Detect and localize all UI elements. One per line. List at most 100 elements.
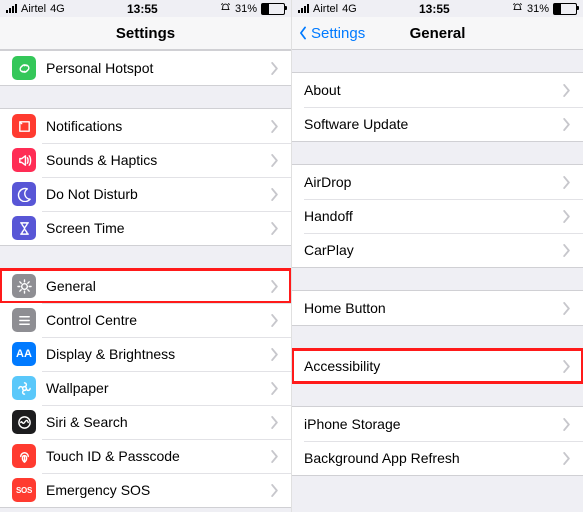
- chevron-right-icon: [270, 416, 279, 429]
- alarm-icon: [512, 2, 523, 16]
- gear-icon: [12, 274, 36, 298]
- row-about[interactable]: About: [292, 73, 583, 107]
- network-label: 4G: [342, 3, 357, 15]
- row-airdrop[interactable]: AirDrop: [292, 165, 583, 199]
- page-title: Settings: [116, 25, 175, 42]
- row-label: Wallpaper: [46, 380, 270, 396]
- row-control-centre[interactable]: Control Centre: [0, 303, 291, 337]
- siri-icon: [12, 410, 36, 434]
- chevron-right-icon: [270, 314, 279, 327]
- row-personal-hotspot[interactable]: Personal Hotspot: [0, 51, 291, 85]
- signal-icon: [6, 4, 17, 13]
- chevron-right-icon: [270, 450, 279, 463]
- chevron-left-icon: [296, 26, 310, 40]
- navbar: Settings: [0, 17, 291, 50]
- row-iphone-storage[interactable]: iPhone Storage: [292, 407, 583, 441]
- row-touch-id-passcode[interactable]: Touch ID & Passcode: [0, 439, 291, 473]
- status-bar: Airtel 4G 13:55 31%: [292, 0, 583, 17]
- chevron-right-icon: [562, 84, 571, 97]
- row-notifications[interactable]: Notifications: [0, 109, 291, 143]
- row-label: Screen Time: [46, 220, 270, 236]
- row-handoff[interactable]: Handoff: [292, 199, 583, 233]
- back-label: Settings: [311, 25, 365, 42]
- finger-icon: [12, 444, 36, 468]
- chevron-right-icon: [270, 154, 279, 167]
- back-button[interactable]: Settings: [296, 25, 365, 42]
- chevron-right-icon: [270, 348, 279, 361]
- chevron-right-icon: [270, 188, 279, 201]
- battery-icon: [553, 3, 577, 15]
- aa-icon: AA: [12, 342, 36, 366]
- row-label: Sounds & Haptics: [46, 152, 270, 168]
- battery-icon: [261, 3, 285, 15]
- row-carplay[interactable]: CarPlay: [292, 233, 583, 267]
- row-software-update[interactable]: Software Update: [292, 107, 583, 141]
- row-label: Display & Brightness: [46, 346, 270, 362]
- row-sounds-haptics[interactable]: Sounds & Haptics: [0, 143, 291, 177]
- row-emergency-sos[interactable]: SOS Emergency SOS: [0, 473, 291, 507]
- row-label: Control Centre: [46, 312, 270, 328]
- row-label: Do Not Disturb: [46, 186, 270, 202]
- general-list[interactable]: About Software Update AirDrop Handoff CarPla…: [292, 50, 583, 512]
- page-title: General: [410, 25, 466, 42]
- settings-screen: Airtel 4G 13:55 31% Settings Personal Ho…: [0, 0, 292, 512]
- network-label: 4G: [50, 3, 65, 15]
- chevron-right-icon: [270, 222, 279, 235]
- moon-icon: [12, 182, 36, 206]
- chevron-right-icon: [562, 302, 571, 315]
- row-background-app-refresh[interactable]: Background App Refresh: [292, 441, 583, 475]
- row-siri-search[interactable]: Siri & Search: [0, 405, 291, 439]
- chevron-right-icon: [270, 484, 279, 497]
- row-label: General: [46, 278, 270, 294]
- hourglass-icon: [12, 216, 36, 240]
- carrier-label: Airtel: [21, 3, 46, 15]
- chevron-right-icon: [562, 452, 571, 465]
- chevron-right-icon: [562, 360, 571, 373]
- chevron-right-icon: [562, 244, 571, 257]
- chevron-right-icon: [562, 418, 571, 431]
- chevron-right-icon: [270, 62, 279, 75]
- row-label: Siri & Search: [46, 414, 270, 430]
- chevron-right-icon: [562, 176, 571, 189]
- row-label: iPhone Storage: [304, 416, 562, 432]
- row-do-not-disturb[interactable]: Do Not Disturb: [0, 177, 291, 211]
- row-label: AirDrop: [304, 174, 562, 190]
- row-label: Home Button: [304, 300, 562, 316]
- row-label: Handoff: [304, 208, 562, 224]
- chevron-right-icon: [270, 382, 279, 395]
- chevron-right-icon: [562, 210, 571, 223]
- link-icon: [12, 56, 36, 80]
- status-bar: Airtel 4G 13:55 31%: [0, 0, 291, 17]
- row-home-button[interactable]: Home Button: [292, 291, 583, 325]
- row-display-brightness[interactable]: AA Display & Brightness: [0, 337, 291, 371]
- signal-icon: [298, 4, 309, 13]
- alarm-icon: [220, 2, 231, 16]
- row-label: CarPlay: [304, 242, 562, 258]
- chevron-right-icon: [270, 120, 279, 133]
- row-label: Personal Hotspot: [46, 60, 270, 76]
- clock-label: 13:55: [419, 2, 450, 16]
- row-label: Software Update: [304, 116, 562, 132]
- clock-label: 13:55: [127, 2, 158, 16]
- sliders-icon: [12, 308, 36, 332]
- square-icon: [12, 114, 36, 138]
- settings-list[interactable]: Personal Hotspot Notifications Sounds & Ha…: [0, 50, 291, 512]
- sos-icon: SOS: [12, 478, 36, 502]
- row-label: About: [304, 82, 562, 98]
- row-label: Notifications: [46, 118, 270, 134]
- row-screen-time[interactable]: Screen Time: [0, 211, 291, 245]
- row-general[interactable]: General: [0, 269, 291, 303]
- chevron-right-icon: [270, 280, 279, 293]
- row-wallpaper[interactable]: Wallpaper: [0, 371, 291, 405]
- row-accessibility[interactable]: Accessibility: [292, 349, 583, 383]
- flower-icon: [12, 376, 36, 400]
- row-label: Emergency SOS: [46, 482, 270, 498]
- chevron-right-icon: [562, 118, 571, 131]
- row-label: Touch ID & Passcode: [46, 448, 270, 464]
- row-label: Accessibility: [304, 358, 562, 374]
- row-label: Background App Refresh: [304, 450, 562, 466]
- battery-pct: 31%: [527, 3, 549, 15]
- carrier-label: Airtel: [313, 3, 338, 15]
- general-screen: Airtel 4G 13:55 31% Settings General Abo…: [292, 0, 583, 512]
- navbar: Settings General: [292, 17, 583, 50]
